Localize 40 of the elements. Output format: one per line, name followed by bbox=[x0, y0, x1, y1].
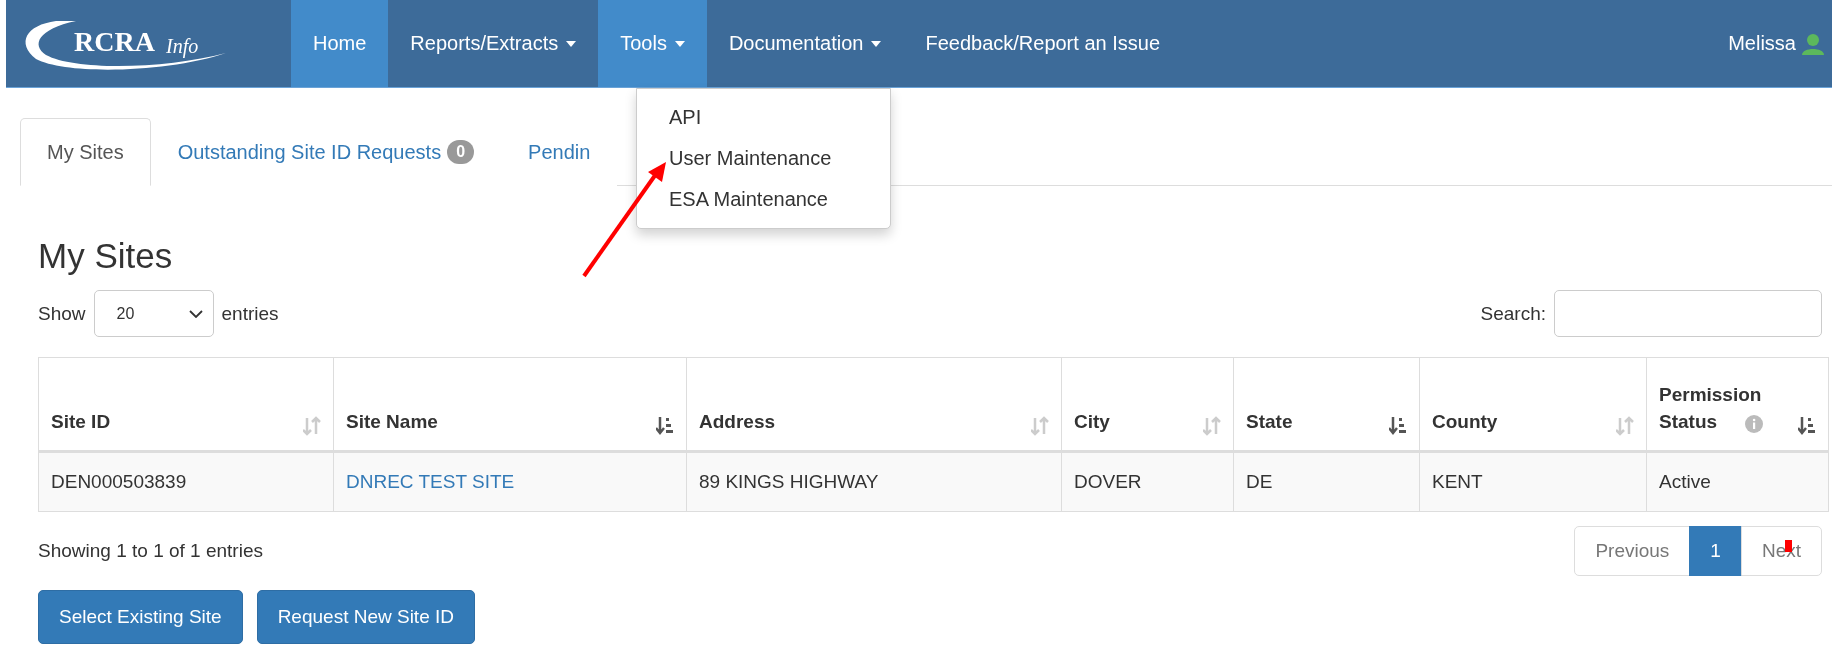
page-heading: My Sites bbox=[38, 236, 174, 276]
user-menu[interactable]: Melissa bbox=[1728, 0, 1832, 87]
entries-label: entries bbox=[221, 302, 279, 325]
show-label: Show bbox=[38, 302, 86, 325]
chevron-down-icon bbox=[188, 309, 203, 318]
sort-icon[interactable] bbox=[656, 416, 674, 436]
action-button[interactable]: Request New Site ID bbox=[256, 590, 475, 644]
action-button[interactable]: Select Existing Site bbox=[38, 590, 243, 644]
table-cell: DOVER bbox=[1074, 471, 1142, 492]
tab[interactable]: My Sites bbox=[20, 118, 151, 186]
sort-icon[interactable] bbox=[1389, 416, 1407, 436]
table-info: Showing 1 to 1 of 1 entries bbox=[38, 540, 263, 562]
sort-icon[interactable] bbox=[1798, 416, 1816, 436]
nav-link[interactable]: Reports/Extracts bbox=[388, 0, 599, 87]
table-cell: Active bbox=[1659, 471, 1711, 492]
menu-item[interactable]: User Maintenance bbox=[637, 138, 890, 179]
search-field[interactable] bbox=[1554, 290, 1822, 337]
table-cell: DE bbox=[1246, 471, 1273, 492]
nav-link[interactable]: Tools bbox=[598, 0, 707, 87]
nav-link[interactable]: Feedback/Report an Issue bbox=[903, 0, 1182, 87]
table-cell: DEN000503839 bbox=[51, 471, 187, 492]
search-label: Search: bbox=[1480, 302, 1546, 325]
page-link[interactable]: Previous bbox=[1574, 526, 1691, 576]
count-badge: 0 bbox=[447, 140, 475, 164]
table-cell: 89 KINGS HIGHWAY bbox=[699, 471, 879, 492]
entries-select[interactable]: 20 bbox=[93, 290, 214, 337]
column-header[interactable]: City bbox=[1074, 408, 1110, 436]
menu-item[interactable]: API bbox=[637, 97, 890, 138]
table-cell: KENT bbox=[1432, 471, 1483, 492]
nav-link[interactable]: Documentation bbox=[706, 0, 904, 87]
nav-link[interactable]: Home bbox=[291, 0, 389, 87]
column-header[interactable]: Address bbox=[699, 408, 776, 436]
column-header[interactable]: Site ID bbox=[51, 408, 111, 436]
column-header[interactable]: County bbox=[1432, 408, 1498, 436]
column-header[interactable]: State bbox=[1246, 408, 1293, 436]
site-link[interactable]: DNREC TEST SITE bbox=[346, 471, 515, 492]
column-header[interactable]: Site Name bbox=[346, 408, 438, 436]
user-icon bbox=[1802, 32, 1824, 55]
menu-item[interactable]: ESA Maintenance bbox=[637, 179, 890, 220]
page-link[interactable]: 1 bbox=[1689, 526, 1742, 576]
